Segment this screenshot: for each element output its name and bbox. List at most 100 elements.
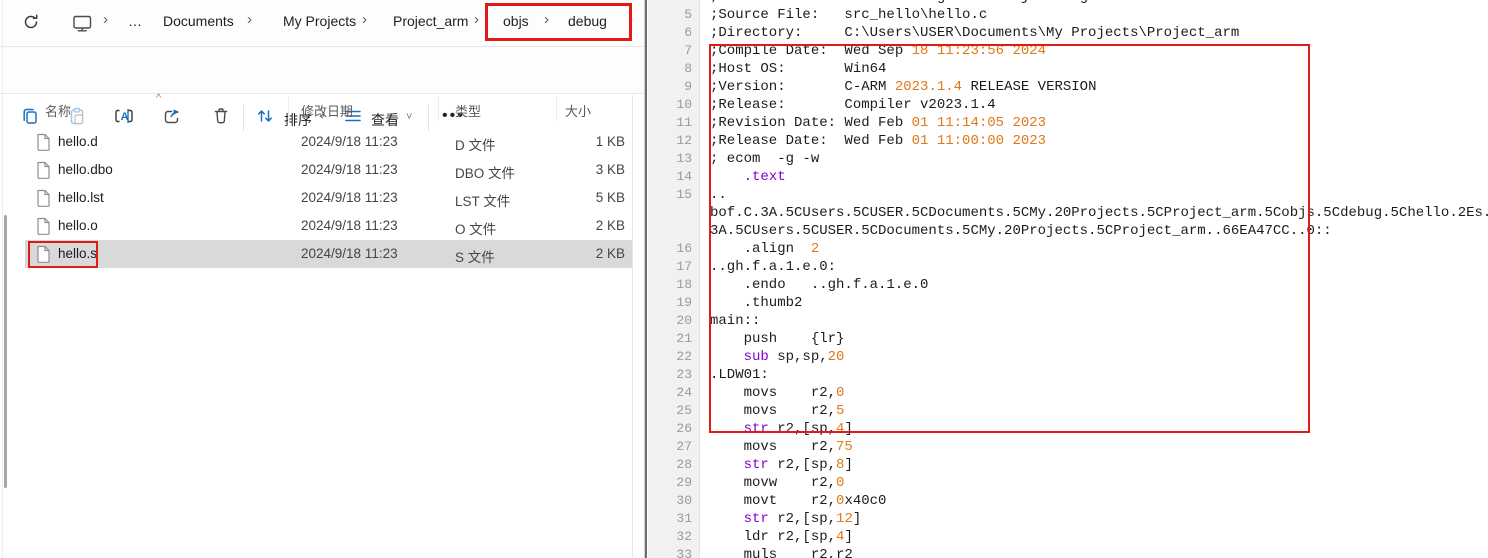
- code-line: 17..gh.f.a.1.e.0:: [648, 258, 1488, 276]
- file-name: hello.dbo: [58, 162, 113, 177]
- code-line: 32 ldr r2,[sp,4]: [648, 528, 1488, 546]
- breadcrumb-chevron-icon: ›: [247, 11, 252, 28]
- file-date: 2024/9/18 11:23: [301, 218, 398, 233]
- line-number: 9: [648, 78, 692, 96]
- file-name: hello.lst: [58, 190, 104, 205]
- code-line: 14 .text: [648, 168, 1488, 186]
- file-date: 2024/9/18 11:23: [301, 246, 398, 261]
- code-editor-window: ;Command Line: ccarm.exe -g -w -o objs\d…: [648, 0, 1488, 558]
- file-type: DBO 文件: [455, 162, 515, 182]
- view-label[interactable]: 查看: [371, 110, 399, 130]
- file-date: 2024/9/18 11:23: [301, 162, 398, 177]
- breadcrumb-item-documents[interactable]: Documents: [163, 13, 234, 29]
- code-line: 15..: [648, 186, 1488, 204]
- sort-arrows-icon: [255, 106, 275, 131]
- refresh-icon: [22, 13, 40, 36]
- code-line: 24 movs r2,0: [648, 384, 1488, 402]
- nav-pane-scrollbar[interactable]: [4, 215, 7, 488]
- column-header-type[interactable]: 类型: [455, 101, 481, 120]
- line-number: 29: [648, 474, 692, 492]
- code-line: 27 movs r2,75: [648, 438, 1488, 456]
- code-line: 11;Revision Date: Wed Feb 01 11:14:05 20…: [648, 114, 1488, 132]
- line-number: 30: [648, 492, 692, 510]
- code-line: 31 str r2,[sp,12]: [648, 510, 1488, 528]
- file-size: 5 KB: [525, 190, 625, 205]
- column-separator[interactable]: [556, 97, 557, 121]
- line-number: 5: [648, 6, 692, 24]
- line-number: 6: [648, 24, 692, 42]
- code-line: 23.LDW01:: [648, 366, 1488, 384]
- share-icon: [162, 106, 183, 131]
- file-size: 1 KB: [525, 134, 625, 149]
- rename-icon: A: [114, 106, 136, 131]
- code-line: 9;Version: C-ARM 2023.1.4 RELEASE VERSIO…: [648, 78, 1488, 96]
- refresh-button[interactable]: [14, 9, 48, 39]
- file-type: S 文件: [455, 246, 495, 266]
- column-header-name[interactable]: 名称: [45, 101, 71, 120]
- line-number: 22: [648, 348, 692, 366]
- breadcrumb-chevron-icon: ›: [362, 11, 367, 28]
- copy-icon: [20, 106, 40, 131]
- address-bar: › … Documents › My Projects › Project_arm › objs…: [0, 0, 646, 47]
- table-row-hello.d[interactable]: hello.d2024/9/18 11:23D 文件1 KB: [25, 128, 632, 156]
- line-number: 11: [648, 114, 692, 132]
- column-separator[interactable]: [438, 97, 439, 121]
- line-number: 26: [648, 420, 692, 438]
- file-type: LST 文件: [455, 190, 510, 210]
- breadcrumb-chevron-icon: ›: [103, 11, 108, 28]
- line-number: 18: [648, 276, 692, 294]
- breadcrumb-item-debug[interactable]: debug: [568, 13, 607, 29]
- line-number: 32: [648, 528, 692, 546]
- breadcrumb-chevron-icon: ›: [544, 11, 549, 28]
- column-header-size[interactable]: 大小: [565, 101, 591, 120]
- code-line: bof.C.3A.5CUsers.5CUSER.5CDocuments.5CMy…: [648, 204, 1488, 222]
- code-line: 12;Release Date: Wed Feb 01 11:00:00 202…: [648, 132, 1488, 150]
- code-line: 3A.5CUsers.5CUSER.5CDocuments.5CMy.20Pro…: [648, 222, 1488, 240]
- line-number: 8: [648, 60, 692, 78]
- code-line: 20main::: [648, 312, 1488, 330]
- code-line: 30 movt r2,0x40c0: [648, 492, 1488, 510]
- list-edge-line: [632, 95, 633, 558]
- column-separator[interactable]: [288, 97, 289, 121]
- breadcrumb-item-my-projects[interactable]: My Projects: [283, 13, 356, 29]
- line-number: 15: [648, 186, 692, 204]
- line-number: 31: [648, 510, 692, 528]
- file-explorer-window: › … Documents › My Projects › Project_arm › objs…: [0, 0, 646, 558]
- pane-edge-line: [2, 0, 3, 558]
- line-number: 16: [648, 240, 692, 258]
- table-row-hello.lst[interactable]: hello.lst2024/9/18 11:23LST 文件5 KB: [25, 184, 632, 212]
- column-header-date[interactable]: 修改日期: [301, 101, 353, 120]
- file-type: O 文件: [455, 218, 496, 238]
- breadcrumb-ellipsis[interactable]: …: [128, 13, 142, 29]
- code-line: 10;Release: Compiler v2023.1.4: [648, 96, 1488, 114]
- line-number: 24: [648, 384, 692, 402]
- code-line: 13; ecom -g -w: [648, 150, 1488, 168]
- table-row-hello.s[interactable]: hello.s2024/9/18 11:23S 文件2 KB: [25, 240, 632, 268]
- breadcrumb-chevron-icon: ›: [474, 11, 479, 28]
- line-number: 19: [648, 294, 692, 312]
- code-line: 33 muls r2,r2: [648, 546, 1488, 558]
- line-number: 10: [648, 96, 692, 114]
- table-row-hello.dbo[interactable]: hello.dbo 2024/9/18 11:23 DBO 文件 3 KB: [25, 156, 632, 184]
- table-row-hello.o[interactable]: hello.o2024/9/18 11:23O 文件2 KB: [25, 212, 632, 240]
- code-line: 18 .endo ..gh.f.a.1.e.0: [648, 276, 1488, 294]
- screenshot-stage: › … Documents › My Projects › Project_arm › objs…: [0, 0, 1488, 558]
- code-line: 26 str r2,[sp,4]: [648, 420, 1488, 438]
- line-number: 17: [648, 258, 692, 276]
- code-line: 25 movs r2,5: [648, 402, 1488, 420]
- file-name: hello.s: [58, 246, 97, 261]
- line-number: 21: [648, 330, 692, 348]
- code-line: 29 movw r2,0: [648, 474, 1488, 492]
- window-divider: [644, 0, 647, 558]
- code-line: 19 .thumb2: [648, 294, 1488, 312]
- line-number: 28: [648, 456, 692, 474]
- breadcrumb-item-objs[interactable]: objs: [503, 13, 529, 29]
- file-size: 3 KB: [525, 162, 625, 177]
- code-line: 5;Source File: src_hello\hello.c: [648, 6, 1488, 24]
- code-line: 21 push {lr}: [648, 330, 1488, 348]
- file-type: D 文件: [455, 134, 496, 154]
- sort-ascending-icon: ^: [156, 92, 161, 104]
- code-line: 22 sub sp,sp,20: [648, 348, 1488, 366]
- this-pc-icon[interactable]: [72, 14, 93, 36]
- breadcrumb-item-project-arm[interactable]: Project_arm: [393, 13, 468, 29]
